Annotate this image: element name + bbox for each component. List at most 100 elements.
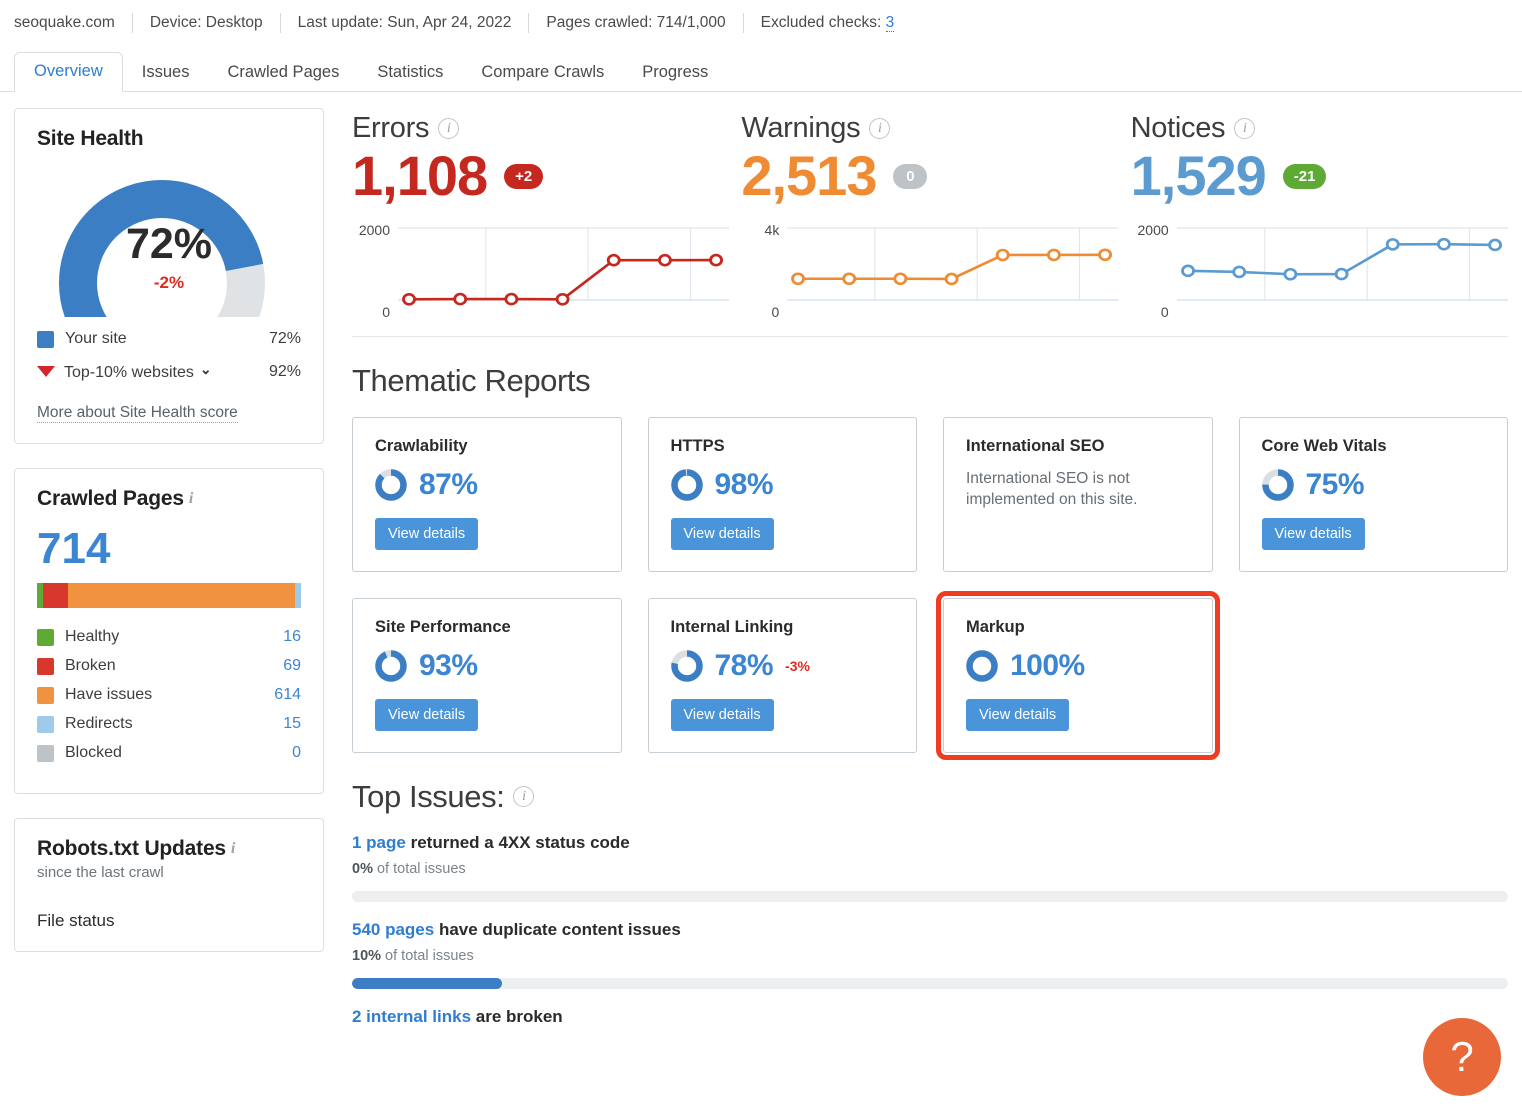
legend-swatch <box>37 331 54 348</box>
thematic-card-percent: 75% <box>1306 470 1365 500</box>
metric-value-row: 1,529-21 <box>1131 147 1508 206</box>
data-point <box>844 274 855 284</box>
data-point <box>1233 267 1244 277</box>
top-issue-count-link[interactable]: 540 pages <box>352 920 434 939</box>
legend-value: 72% <box>269 330 301 348</box>
tab-bar: OverviewIssuesCrawled PagesStatisticsCom… <box>0 46 1522 92</box>
legend-value[interactable]: 15 <box>283 715 301 733</box>
thematic-card-core-web-vitals: Core Web Vitals 75% View details <box>1239 417 1509 572</box>
view-details-button[interactable]: View details <box>671 518 774 550</box>
tab-compare-crawls[interactable]: Compare Crawls <box>462 54 623 92</box>
info-icon[interactable]: i <box>513 786 534 807</box>
legend-label[interactable]: Top-10% websites⌄ <box>64 361 269 382</box>
metric-card-notices: Noticesi1,529-21 20000 <box>1131 112 1508 314</box>
tab-crawled-pages[interactable]: Crawled Pages <box>208 54 358 92</box>
data-point <box>455 294 466 304</box>
axis-tick-top: 2000 <box>1138 222 1169 238</box>
tab-issues[interactable]: Issues <box>123 54 209 92</box>
top-issue-item: 1 page returned a 4XX status code0% of t… <box>352 833 1508 902</box>
data-point <box>659 255 670 265</box>
info-icon[interactable]: i <box>231 840 235 858</box>
info-icon[interactable]: i <box>1234 118 1255 139</box>
tab-overview[interactable]: Overview <box>14 52 123 93</box>
gauge-svg <box>44 165 294 317</box>
view-details-button[interactable]: View details <box>966 699 1069 731</box>
metric-card-errors: Errorsi1,108+220000 <box>352 112 729 314</box>
stacked-bar-segment <box>68 583 295 608</box>
sparkline-y-axis: 4k0 <box>741 222 787 314</box>
data-point <box>946 274 957 284</box>
excluded-checks: Excluded checks: 3 <box>744 14 912 32</box>
view-details-button[interactable]: View details <box>375 699 478 731</box>
site-name: seoquake.com <box>14 14 132 32</box>
more-about-site-health-link[interactable]: More about Site Health score <box>37 404 238 423</box>
view-details-button[interactable]: View details <box>671 699 774 731</box>
thematic-card-percent: 98% <box>715 470 774 500</box>
legend-value: 92% <box>269 363 301 381</box>
data-point <box>1049 250 1060 260</box>
metrics-row: Errorsi1,108+220000Warningsi2,51304k0Not… <box>352 112 1508 337</box>
crawled-pages-title: Crawled Pages i <box>37 487 301 511</box>
crawled-pages-legend: Healthy16Broken69Have issues614Redirects… <box>37 628 301 762</box>
axis-tick-top: 2000 <box>359 222 390 238</box>
thematic-card-title: Core Web Vitals <box>1262 437 1488 456</box>
robots-txt-subtitle: since the last crawl <box>37 864 301 881</box>
axis-tick-bottom: 0 <box>382 304 390 320</box>
chevron-down-icon[interactable]: ⌄ <box>200 361 212 378</box>
sparkline-chart <box>1177 222 1508 314</box>
progress-donut-icon <box>375 469 407 501</box>
crawled-pages-title-text: Crawled Pages <box>37 487 184 510</box>
view-details-button[interactable]: View details <box>375 518 478 550</box>
metric-value: 1,529 <box>1131 147 1266 206</box>
thematic-card-delta: -3% <box>785 658 810 674</box>
metric-delta-badge: 0 <box>893 164 927 189</box>
view-details-button[interactable]: View details <box>1262 518 1365 550</box>
top-issue-headline: 540 pages have duplicate content issues <box>352 920 1508 940</box>
legend-label: Healthy <box>65 628 283 646</box>
legend-label: Blocked <box>65 744 292 762</box>
legend-value[interactable]: 0 <box>292 744 301 762</box>
crawled-pages-legend-row: Have issues614 <box>37 686 301 704</box>
info-icon[interactable]: i <box>869 118 890 139</box>
top-issue-count-link[interactable]: 2 internal links <box>352 1007 471 1026</box>
data-point <box>1182 266 1193 276</box>
progress-donut-icon <box>375 650 407 682</box>
legend-value[interactable]: 16 <box>283 628 301 646</box>
data-point <box>1100 250 1111 260</box>
last-update: Last update: Sun, Apr 24, 2022 <box>281 14 529 32</box>
metric-sparkline: 20000 <box>1131 222 1508 314</box>
legend-value[interactable]: 69 <box>283 657 301 675</box>
top-issue-count-link[interactable]: 1 page <box>352 833 406 852</box>
top-issues-list: 1 page returned a 4XX status code0% of t… <box>352 833 1508 1027</box>
thematic-card-internal-linking: Internal Linking 78%-3% View details <box>648 598 918 753</box>
site-health-legend-row: Your site72% <box>37 330 301 348</box>
robots-txt-title-text: Robots.txt Updates <box>37 837 226 860</box>
legend-marker-icon <box>37 366 55 377</box>
top-issue-item: 540 pages have duplicate content issues1… <box>352 920 1508 989</box>
legend-label: Your site <box>65 330 269 348</box>
tab-statistics[interactable]: Statistics <box>358 54 462 92</box>
crawled-pages-stacked-bar <box>37 583 301 608</box>
metric-title: Noticesi <box>1131 112 1508 145</box>
info-icon[interactable]: i <box>189 490 193 508</box>
legend-label: Redirects <box>65 715 283 733</box>
top-issues-title: Top Issues: <box>352 779 504 815</box>
thematic-card-title: International SEO <box>966 437 1192 456</box>
thematic-card-site-performance: Site Performance93%View details <box>352 598 622 753</box>
site-health-legend: Your site72%Top-10% websites⌄92% <box>37 330 301 382</box>
metric-value-row: 1,108+2 <box>352 147 729 206</box>
progress-donut-icon <box>671 469 703 501</box>
thematic-card-title: Internal Linking <box>671 618 897 637</box>
help-button[interactable]: ? <box>1423 1018 1501 1096</box>
tab-progress[interactable]: Progress <box>623 54 727 92</box>
legend-swatch <box>37 658 54 675</box>
legend-value[interactable]: 614 <box>274 686 301 704</box>
thematic-card-markup: Markup100%View details <box>943 598 1213 753</box>
crawled-pages-legend-row: Redirects15 <box>37 715 301 733</box>
excluded-checks-link[interactable]: 3 <box>886 14 895 32</box>
data-point <box>1438 239 1449 249</box>
thematic-card-metric: 78%-3% <box>671 650 897 682</box>
metric-title-text: Warnings <box>741 112 860 145</box>
top-issue-headline: 1 page returned a 4XX status code <box>352 833 1508 853</box>
info-icon[interactable]: i <box>438 118 459 139</box>
